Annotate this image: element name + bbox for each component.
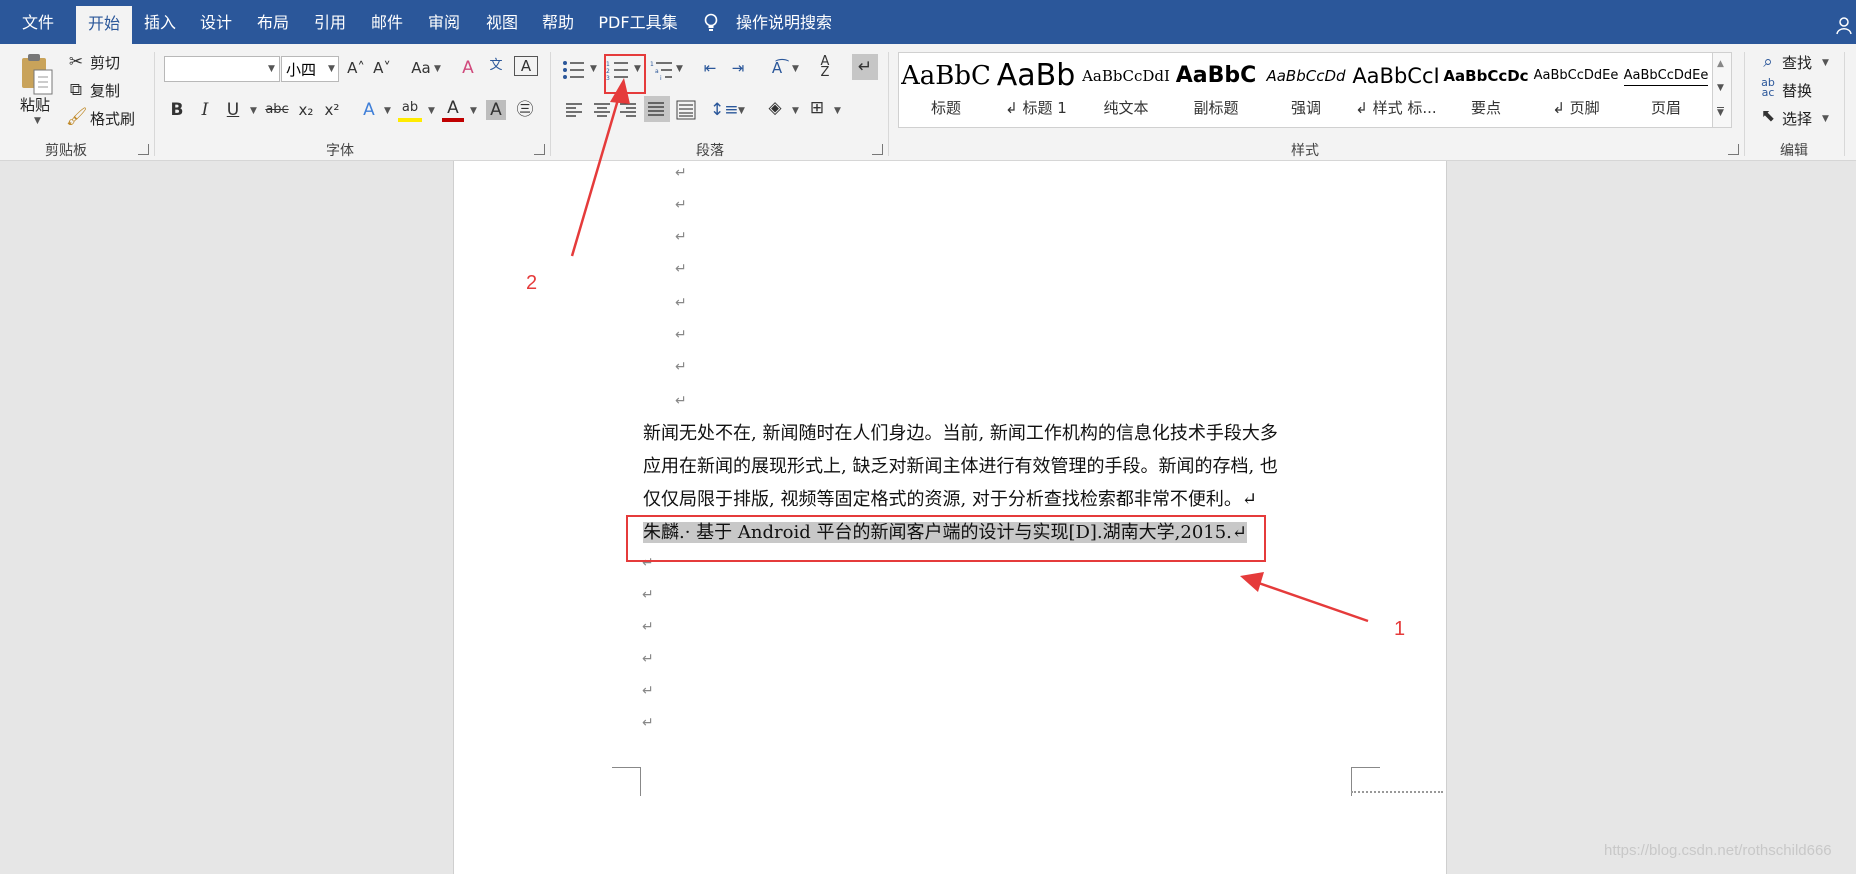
annotation-label-1: 1	[1394, 618, 1406, 640]
watermark: https://blog.csdn.net/rothschild666	[1604, 842, 1832, 859]
annotation-arrows	[570, 78, 1369, 623]
annotation-label-2: 2	[526, 272, 538, 294]
